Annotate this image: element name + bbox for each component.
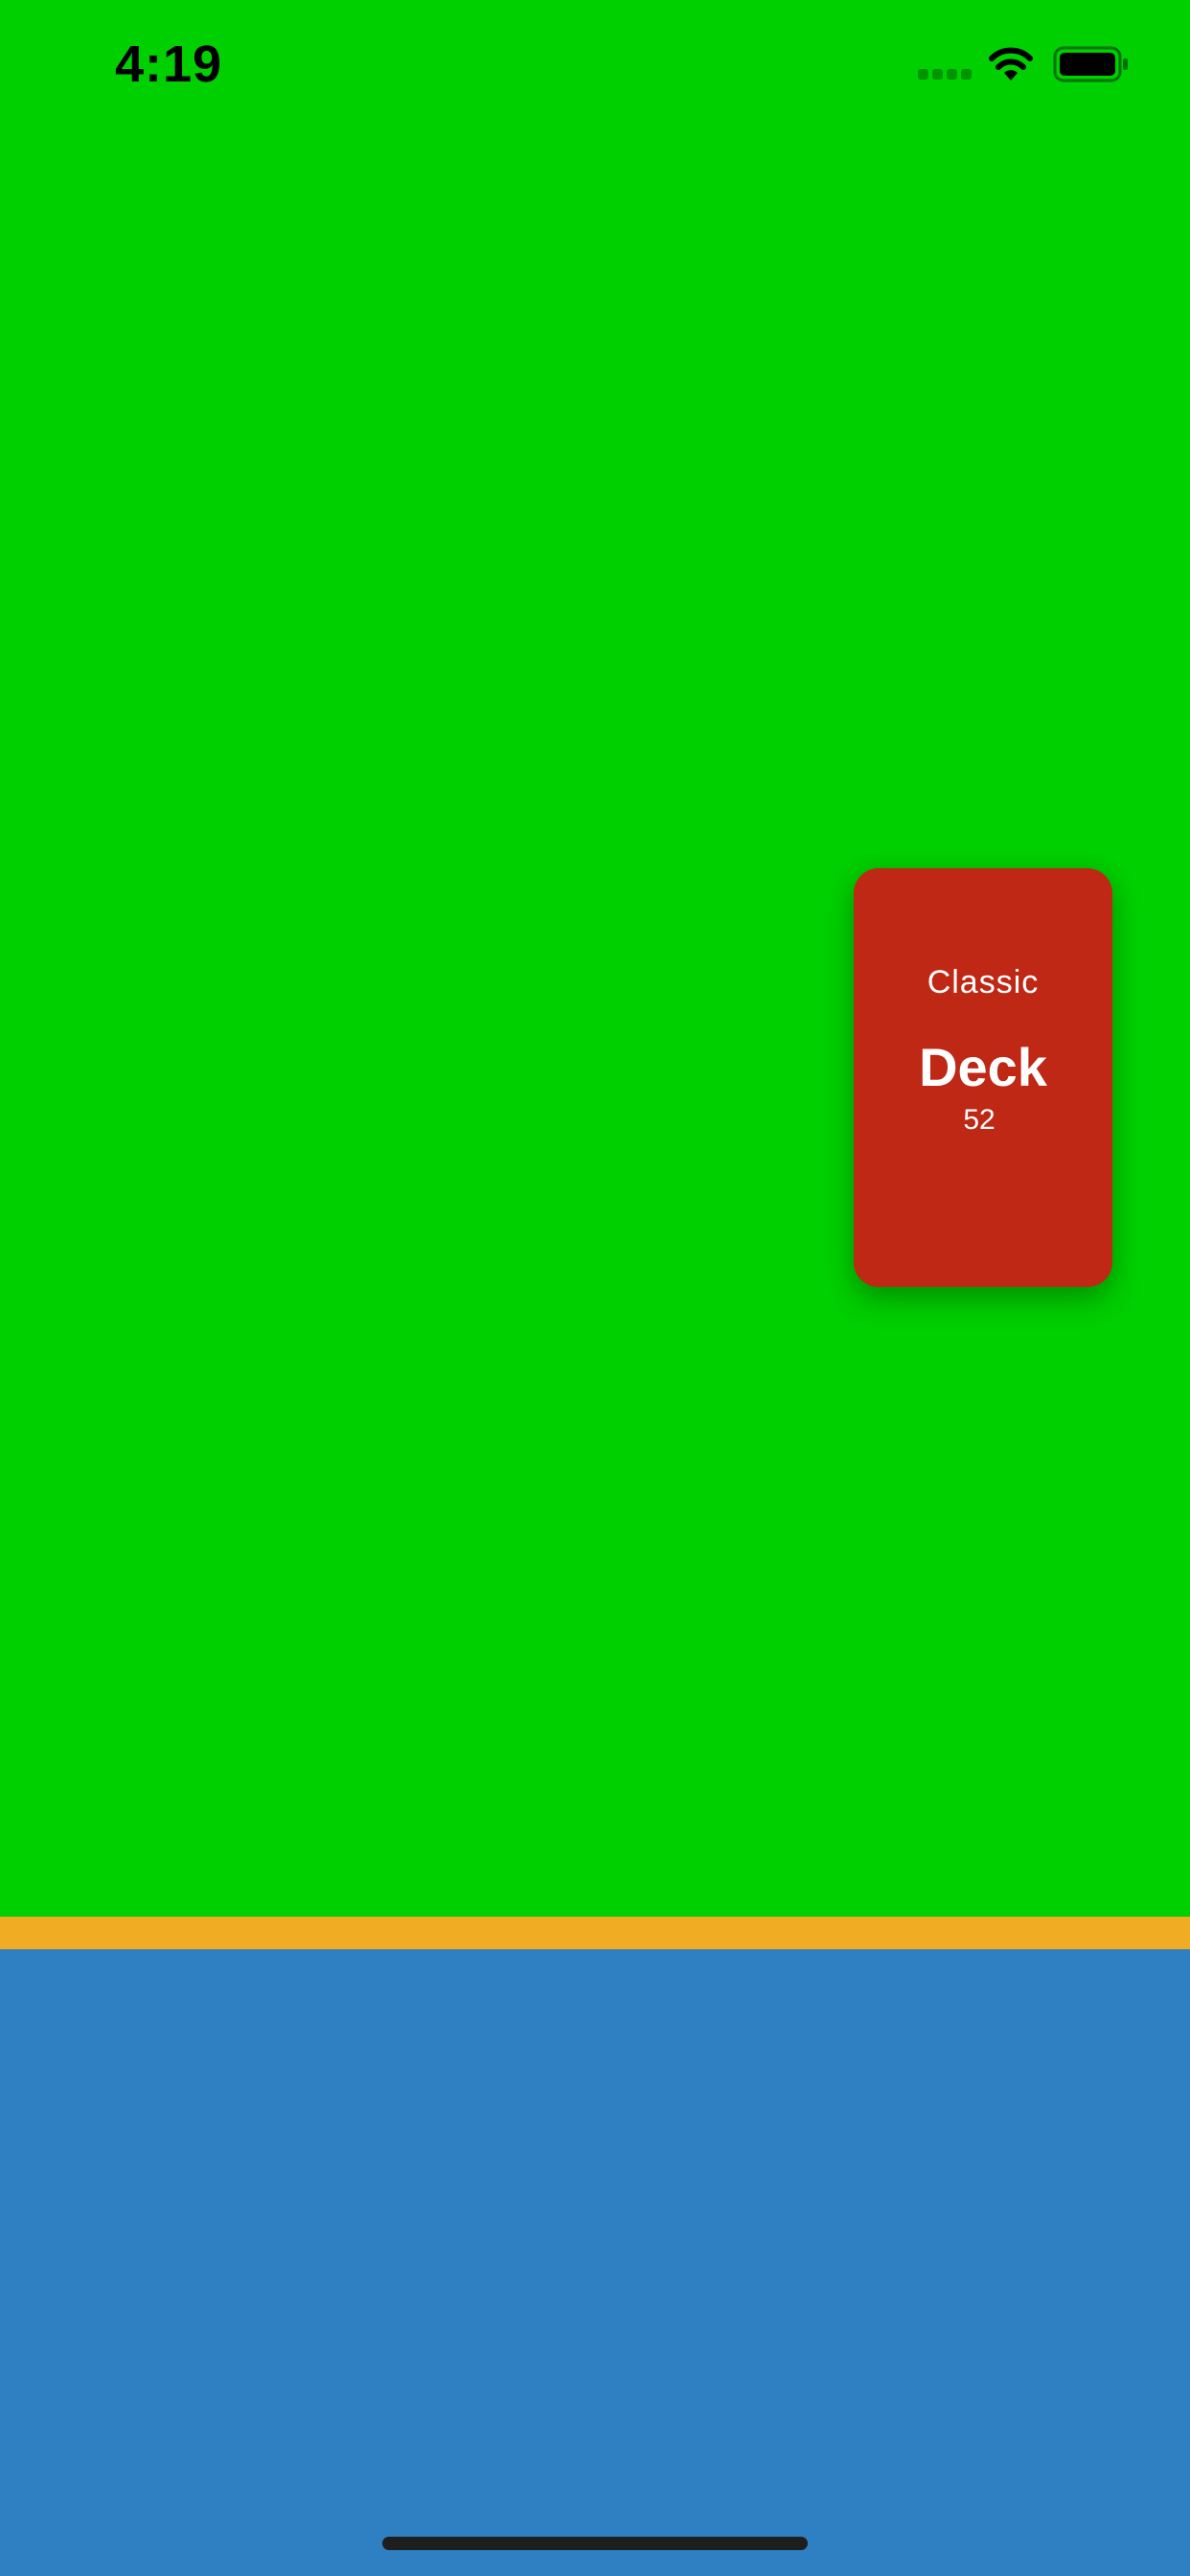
home-indicator[interactable] xyxy=(382,2537,808,2550)
deck-card[interactable]: Classic Deck 52 xyxy=(854,868,1112,1287)
status-bar: 4:19 xyxy=(0,0,1190,134)
cell-signal-icon xyxy=(918,69,973,82)
battery-icon xyxy=(1053,46,1128,82)
deck-card-count: 52 xyxy=(963,1104,995,1136)
bottom-panel[interactable] xyxy=(0,1949,1190,2576)
divider-strip xyxy=(0,1917,1190,1949)
status-time: 4:19 xyxy=(115,35,223,93)
wifi-icon xyxy=(989,47,1033,80)
deck-subtitle: Classic xyxy=(927,964,1040,1000)
deck-title: Deck xyxy=(919,1037,1047,1097)
app-screen: 4:19 Classic Deck 52 xyxy=(0,0,1190,2576)
